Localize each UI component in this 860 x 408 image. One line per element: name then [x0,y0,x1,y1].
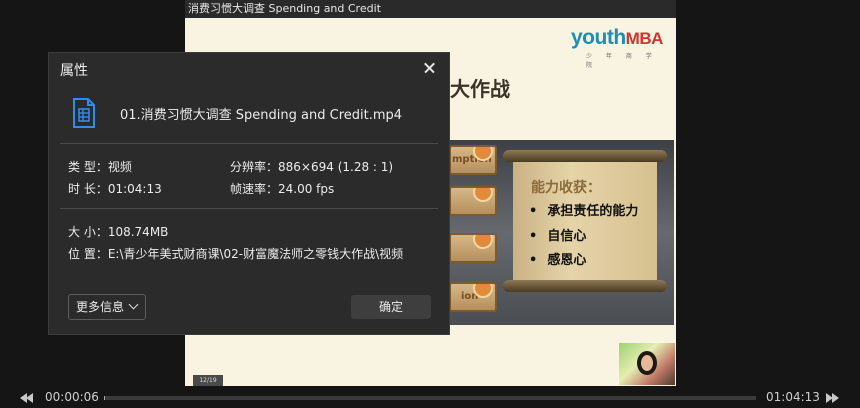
more-info-label: 更多信息 [76,300,125,314]
scroll-item: 自信心 [529,225,586,244]
file-name: 01.消费习惯大调查 Spending and Credit.mp4 [120,108,403,123]
slide-heading: 大作战 [450,77,510,101]
close-icon[interactable] [420,58,440,78]
size-value: 108.74MB [107,225,169,239]
tile-badge [473,235,493,249]
slide-scroll [513,151,657,291]
resolution-row: 分辨率：886×694 (1.28 : 1) [230,158,393,175]
rewind-icon[interactable] [20,392,34,404]
file-video-icon [73,98,95,128]
logo-subtitle: 少 年 商 学 院 [586,53,658,69]
divider [60,143,438,144]
type-value: 视频 [107,160,132,174]
logo-accent-text: MBA [625,29,664,48]
ok-button[interactable]: 确定 [351,295,431,319]
resolution-label: 分辨率： [230,160,279,174]
chevron-down-icon [128,299,139,310]
scroll-heading: 能力收获： [531,180,601,196]
slide-tile [449,233,497,263]
total-time: 01:04:13 [766,390,820,404]
current-time: 00:00:06 [45,390,99,404]
duration-value: 01:04:13 [107,182,162,196]
location-value: E:\青少年美式财商课\02-财富魔法师之零钱大作战\视频 [107,247,404,261]
framerate-label: 帧速率： [230,182,279,196]
slide-tile [449,186,497,216]
size-row: 大 小：108.74MB [68,223,168,240]
location-label: 位 置： [68,247,108,261]
scroll-rod-top [503,150,667,162]
scroll-item: 承担责任的能力 [529,200,638,219]
type-label: 类 型： [68,160,108,174]
slide-tile: mption [449,145,497,175]
scroll-item: 感恩心 [529,249,586,268]
divider [60,208,438,209]
video-title: 消费习惯大调查 Spending and Credit [185,0,676,18]
location-row: 位 置：E:\青少年美式财商课\02-财富魔法师之零钱大作战\视频 [68,245,403,262]
scroll-rod-bottom [503,280,667,292]
tile-badge [473,188,493,202]
properties-dialog: 属性 01.消费习惯大调查 Spending and Credit.mp4 类 … [48,52,450,335]
tile-badge [473,284,493,298]
presenter-webcam [619,343,675,385]
dialog-title: 属性 [60,63,88,79]
presenter-figure [637,351,657,375]
duration-row: 时 长：01:04:13 [68,180,162,197]
progress-fill [104,396,106,400]
type-row: 类 型：视频 [68,158,132,175]
size-label: 大 小： [68,225,108,239]
player-controls: 00:00:06 01:04:13 [0,388,860,408]
slide-page-number: 12/19 [193,375,223,386]
framerate-row: 帧速率：24.00 fps [230,180,334,197]
slide-logo: youthMBA [571,26,663,50]
more-info-button[interactable]: 更多信息 [68,294,146,320]
fast-forward-icon[interactable] [826,392,840,404]
resolution-value: 886×694 (1.28 : 1) [278,160,394,174]
logo-main-text: youth [571,26,626,49]
framerate-value: 24.00 fps [278,182,335,196]
progress-bar[interactable] [104,396,756,400]
slide-tile: ion [449,282,497,312]
duration-label: 时 长： [68,182,108,196]
